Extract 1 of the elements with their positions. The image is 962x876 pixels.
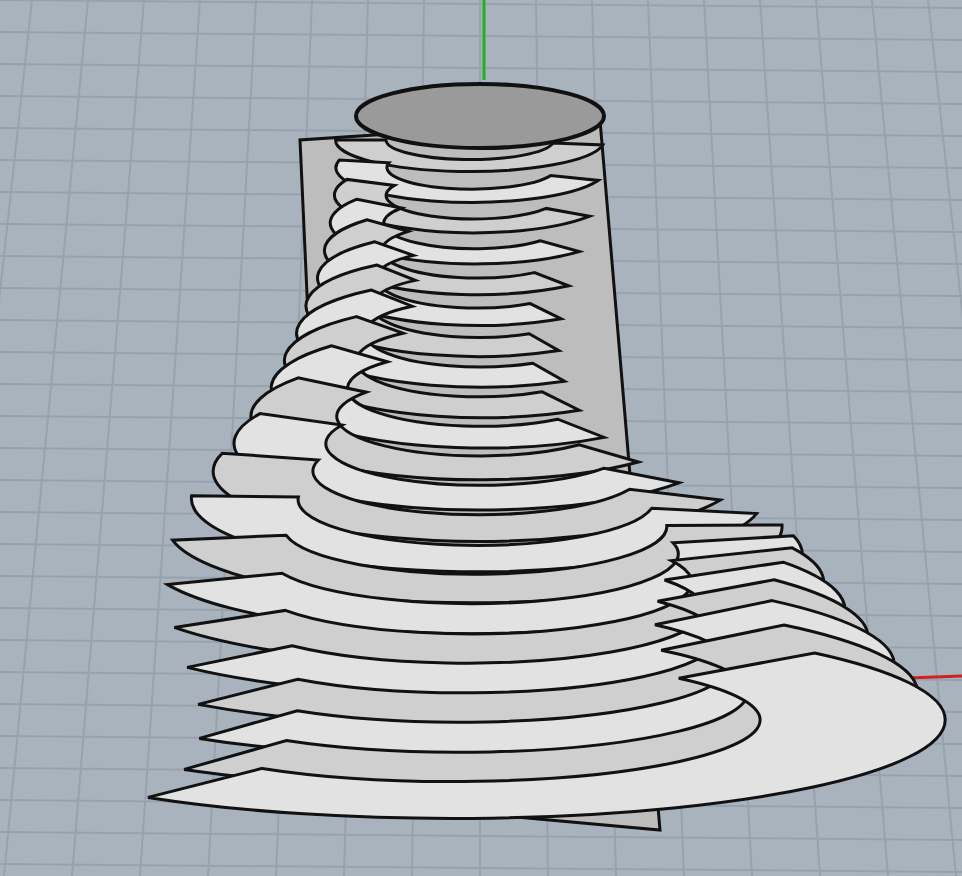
y-axis-line <box>482 0 486 80</box>
